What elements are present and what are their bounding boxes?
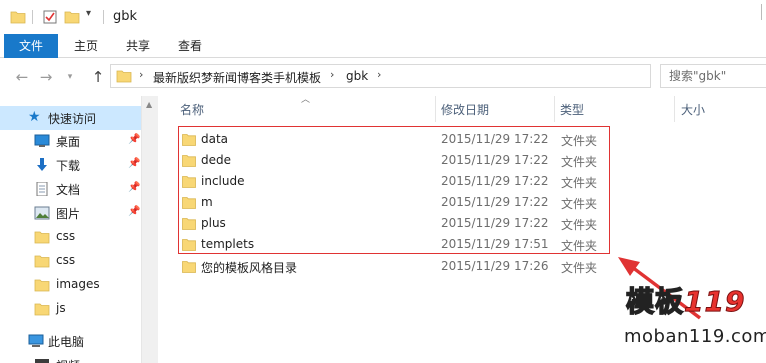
- toolbar-separator: [32, 10, 33, 24]
- column-header-date[interactable]: 修改日期: [441, 101, 489, 118]
- breadcrumb-current[interactable]: gbk: [346, 69, 368, 83]
- logo-chinese-text: 模板: [625, 284, 685, 319]
- tab-file[interactable]: 文件: [4, 34, 58, 58]
- customize-toolbar-icon[interactable]: ▾: [86, 8, 91, 19]
- pin-icon[interactable]: 📌: [128, 182, 140, 193]
- pin-icon[interactable]: 📌: [128, 206, 140, 217]
- desktop-icon: [34, 134, 50, 147]
- file-type: 文件夹: [561, 261, 598, 275]
- watermark-logo: 模板119 moban119.com: [620, 280, 766, 363]
- annotation-highlight-box: [178, 126, 610, 254]
- navigation-pane: ★ 快速访问 桌面 📌 下载 📌 文档 📌 图片 📌 css css image…: [0, 96, 158, 363]
- file-date: 2015/11/29 17:26: [441, 259, 549, 273]
- watermark-logo-text: 模板119: [625, 280, 746, 320]
- logo-number-text: 119: [684, 285, 746, 319]
- folder-icon: [34, 255, 50, 268]
- ribbon-tabs: 文件 主页 共享 查看: [0, 34, 766, 58]
- new-folder-icon[interactable]: [64, 9, 80, 25]
- window-title: gbk: [113, 9, 138, 24]
- breadcrumb-chevron-icon[interactable]: ›: [330, 68, 334, 81]
- sidebar-item-this-pc[interactable]: 此电脑: [0, 329, 141, 353]
- up-arrow-icon[interactable]: ↑: [88, 67, 108, 87]
- folder-icon: [182, 261, 196, 273]
- pin-icon[interactable]: 📌: [128, 158, 140, 169]
- sidebar-item-label: 快速访问: [48, 112, 97, 126]
- computer-icon: [28, 334, 44, 347]
- tab-home[interactable]: 主页: [66, 34, 106, 58]
- sidebar-item-css[interactable]: css: [0, 225, 141, 249]
- column-divider[interactable]: [554, 96, 555, 122]
- star-icon: ★: [28, 109, 41, 125]
- sidebar-item-downloads[interactable]: 下载 📌: [0, 153, 141, 177]
- sidebar-item-label: js: [56, 301, 66, 315]
- sidebar-item-desktop[interactable]: 桌面 📌: [0, 129, 141, 153]
- folder-icon: [116, 70, 132, 83]
- file-name: 您的模板风格目录: [201, 261, 298, 275]
- document-icon: [36, 182, 48, 196]
- pin-icon[interactable]: 📌: [128, 134, 140, 145]
- sort-ascending-icon: ︿: [301, 95, 311, 105]
- sidebar-item-label: 视频: [56, 357, 80, 363]
- video-icon: [35, 359, 49, 363]
- sidebar-item-label: css: [56, 229, 76, 243]
- column-header-name[interactable]: 名称: [180, 101, 204, 118]
- address-bar[interactable]: › 最新版织梦新闻博客类手机模板 › gbk ›: [110, 64, 651, 88]
- forward-arrow-icon[interactable]: →: [36, 67, 56, 87]
- sidebar-item-images[interactable]: images: [0, 273, 141, 297]
- title-bar: ▾ gbk: [0, 0, 766, 34]
- watermark-url: moban119.com: [624, 326, 766, 347]
- column-divider[interactable]: [674, 96, 675, 122]
- folder-icon: [10, 11, 26, 24]
- title-separator: [103, 10, 104, 24]
- navigation-bar: ← → ▾ ↑ › 最新版织梦新闻博客类手机模板 › gbk › 搜索"gbk": [0, 58, 766, 96]
- download-icon: [37, 158, 47, 171]
- breadcrumb-chevron-icon[interactable]: ›: [139, 68, 143, 81]
- recent-locations-icon[interactable]: ▾: [60, 67, 80, 87]
- file-row[interactable]: 您的模板风格目录 2015/11/29 17:26 文件夹: [180, 257, 600, 278]
- tab-share[interactable]: 共享: [118, 34, 158, 58]
- sidebar-item-js[interactable]: js: [0, 297, 141, 321]
- tab-view[interactable]: 查看: [170, 34, 210, 58]
- breadcrumb-chevron-icon[interactable]: ›: [377, 68, 381, 81]
- back-arrow-icon[interactable]: ←: [12, 67, 32, 87]
- sidebar-item-pictures[interactable]: 图片 📌: [0, 201, 141, 225]
- sidebar-item-css-2[interactable]: css: [0, 249, 141, 273]
- sidebar-item-videos[interactable]: 视频: [0, 353, 141, 363]
- sidebar-item-label: css: [56, 253, 76, 267]
- sidebar-item-label: 桌面: [56, 135, 81, 149]
- sidebar-item-quick-access[interactable]: ★ 快速访问: [0, 106, 141, 130]
- window-edge: [752, 4, 762, 20]
- column-divider[interactable]: [435, 96, 436, 122]
- breadcrumb-parent[interactable]: 最新版织梦新闻博客类手机模板: [153, 69, 321, 86]
- picture-icon: [34, 206, 50, 220]
- sidebar-scrollbar[interactable]: ▲: [141, 96, 158, 363]
- sidebar-item-label: 文档: [56, 183, 81, 197]
- sidebar-item-label: 此电脑: [48, 335, 85, 349]
- sidebar-item-label: images: [56, 277, 100, 291]
- folder-icon: [34, 231, 50, 244]
- sidebar-item-documents[interactable]: 文档 📌: [0, 177, 141, 201]
- sidebar-item-label: 下载: [56, 159, 81, 173]
- folder-icon: [34, 279, 50, 292]
- column-header-size[interactable]: 大小: [681, 101, 705, 118]
- scroll-up-icon[interactable]: ▲: [146, 100, 152, 109]
- search-input[interactable]: 搜索"gbk": [660, 64, 766, 88]
- column-header-type[interactable]: 类型: [560, 101, 584, 118]
- sidebar-item-label: 图片: [56, 207, 81, 221]
- folder-icon: [34, 303, 50, 316]
- properties-icon[interactable]: [42, 9, 58, 25]
